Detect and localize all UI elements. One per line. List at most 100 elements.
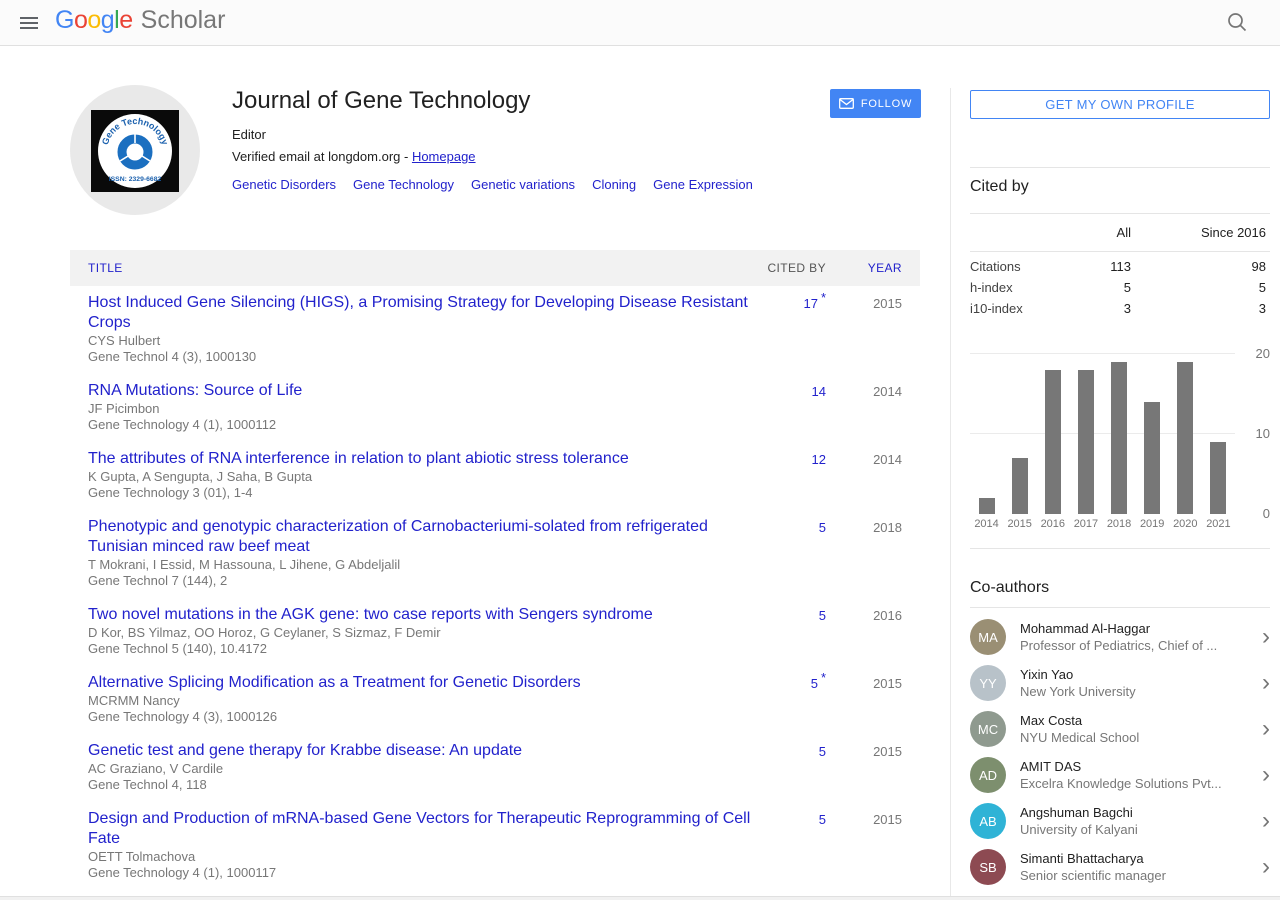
x-axis-tick-label: 2019	[1140, 518, 1164, 530]
article-info: Alternative Splicing Modification as a T…	[88, 673, 760, 725]
coauthor-item[interactable]: YYYixin YaoNew York University›	[970, 660, 1270, 706]
search-icon[interactable]	[1226, 11, 1248, 36]
chevron-right-icon: ›	[1262, 670, 1270, 696]
y-axis-tick-label: 20	[1240, 346, 1270, 361]
article-venue: Gene Technol 5 (140), 10.4172	[88, 641, 752, 657]
article-year: 2014	[826, 449, 902, 501]
homepage-link[interactable]: Homepage	[412, 149, 476, 164]
article-info: Genetic test and gene therapy for Krabbe…	[88, 741, 760, 793]
citations-chart: 01020 20142015201620172018201920202021	[970, 346, 1270, 530]
coauthor-item[interactable]: MAMohammad Al-HaggarProfessor of Pediatr…	[970, 614, 1270, 660]
article-year: 2015	[826, 741, 902, 793]
cited-by-count-link[interactable]: 5	[819, 812, 826, 827]
get-my-own-profile-button[interactable]: GET MY OWN PROFILE	[970, 90, 1270, 119]
interest-tag[interactable]: Gene Technology	[353, 177, 454, 192]
citation-bar-2014[interactable]	[979, 498, 995, 514]
article-title-link[interactable]: The attributes of RNA interference in re…	[88, 449, 752, 469]
cited-by-count-link[interactable]: 17	[803, 296, 817, 311]
column-divider	[950, 88, 951, 896]
interest-tag[interactable]: Genetic variations	[471, 177, 575, 192]
x-axis-tick-label: 2020	[1173, 518, 1197, 530]
citation-bar-2015[interactable]	[1012, 458, 1028, 514]
coauthor-avatar: SB	[970, 849, 1006, 885]
article-year: 2015	[826, 673, 902, 725]
coauthor-item[interactable]: ABAngshuman BagchiUniversity of Kalyani›	[970, 798, 1270, 844]
cited-by-count-link[interactable]: 5	[819, 608, 826, 623]
cited-by-count-link[interactable]: 5	[819, 744, 826, 759]
article-title-link[interactable]: Two novel mutations in the AGK gene: two…	[88, 605, 752, 625]
article-title-link[interactable]: Phenotypic and genotypic characterizatio…	[88, 517, 752, 557]
metric-all-value: 113	[1066, 259, 1131, 274]
coauthor-name-link[interactable]: AMIT DAS	[1020, 759, 1081, 774]
article-authors: MCRMM Nancy	[88, 693, 752, 709]
interest-tag[interactable]: Genetic Disorders	[232, 177, 336, 192]
merged-articles-asterisk: *	[821, 290, 826, 305]
citation-bar-2019[interactable]	[1144, 402, 1160, 514]
article-cited-by: 14	[760, 381, 826, 433]
coauthor-avatar: MC	[970, 711, 1006, 747]
article-year: 2015	[826, 293, 902, 365]
scholar-profile-page: Google Scholar Gene Technology	[0, 0, 1280, 900]
article-venue: Gene Technology 3 (01), 1-4	[88, 485, 752, 501]
citation-bar-2020[interactable]	[1177, 362, 1193, 514]
coauthor-item[interactable]: MCMax CostaNYU Medical School›	[970, 706, 1270, 752]
metric-label: Citations	[970, 259, 1066, 274]
citation-bar-2021[interactable]	[1210, 442, 1226, 514]
cited-by-count-link[interactable]: 5	[819, 520, 826, 535]
coauthor-avatar: MA	[970, 619, 1006, 655]
google-logo-text: Google	[55, 6, 133, 35]
article-cited-by: 17 *	[760, 293, 826, 365]
sort-by-citations[interactable]: CITED BY	[760, 261, 826, 275]
email-icon	[839, 98, 854, 109]
cited-by-count-link[interactable]: 14	[812, 384, 826, 399]
coauthor-name-link[interactable]: Angshuman Bagchi	[1020, 805, 1133, 820]
cited-by-rows: Citations11398h-index55i10-index33	[970, 256, 1270, 319]
coauthor-name-link[interactable]: Yixin Yao	[1020, 667, 1073, 682]
menu-icon[interactable]	[16, 10, 42, 36]
article-year: 2014	[826, 381, 902, 433]
metric-since-value: 3	[1131, 301, 1270, 316]
citation-bar-2017[interactable]	[1078, 370, 1094, 514]
articles-header-row: TITLE CITED BY YEAR	[70, 250, 920, 286]
article-authors: AC Graziano, V Cardile	[88, 761, 752, 777]
sidebar: GET MY OWN PROFILE Cited by All Since 20…	[970, 90, 1270, 890]
profile-role: Editor	[232, 127, 770, 142]
metric-all-value: 5	[1066, 280, 1131, 295]
logo-letter: o	[87, 6, 100, 34]
chart-bars	[970, 346, 1235, 514]
cited-by-count-link[interactable]: 12	[812, 452, 826, 467]
article-title-link[interactable]: Host Induced Gene Silencing (HIGS), a Pr…	[88, 293, 752, 333]
merged-articles-asterisk: *	[821, 670, 826, 685]
metric-since-value: 5	[1131, 280, 1270, 295]
coauthor-item[interactable]: ADAMIT DASExcelra Knowledge Solutions Pv…	[970, 752, 1270, 798]
sort-by-year[interactable]: YEAR	[826, 261, 902, 275]
coauthor-avatar: YY	[970, 665, 1006, 701]
metric-since-value: 98	[1131, 259, 1270, 274]
coauthor-item[interactable]: SBSimanti BhattacharyaSenior scientific …	[970, 844, 1270, 890]
interest-tag[interactable]: Gene Expression	[653, 177, 753, 192]
article-title-link[interactable]: RNA Mutations: Source of Life	[88, 381, 752, 401]
citation-bar-2018[interactable]	[1111, 362, 1127, 514]
coauthor-affiliation: University of Kalyani	[1020, 822, 1225, 838]
col-since-2016: Since 2016	[1131, 225, 1270, 240]
citation-bar-2016[interactable]	[1045, 370, 1061, 514]
article-title-link[interactable]: Genetic test and gene therapy for Krabbe…	[88, 741, 752, 761]
article-year: 2018	[826, 517, 902, 589]
article-year: 2015	[826, 809, 902, 881]
article-title-link[interactable]: Alternative Splicing Modification as a T…	[88, 673, 752, 693]
interest-tag[interactable]: Cloning	[592, 177, 636, 192]
x-axis-tick-label: 2017	[1074, 518, 1098, 530]
google-scholar-logo[interactable]: Google Scholar	[55, 6, 225, 35]
col-all: All	[1066, 225, 1131, 240]
sort-by-title[interactable]: TITLE	[88, 261, 760, 275]
coauthor-text: Max CostaNYU Medical School	[1020, 712, 1256, 746]
cited-by-heading: Cited by	[970, 168, 1270, 205]
coauthor-name-link[interactable]: Max Costa	[1020, 713, 1082, 728]
cited-by-count-link[interactable]: 5	[811, 676, 818, 691]
article-row: Host Induced Gene Silencing (HIGS), a Pr…	[70, 286, 920, 374]
cited-by-metric-row: h-index55	[970, 277, 1270, 298]
article-title-link[interactable]: Design and Production of mRNA-based Gene…	[88, 809, 752, 849]
follow-button[interactable]: FOLLOW	[830, 89, 921, 118]
coauthor-name-link[interactable]: Mohammad Al-Haggar	[1020, 621, 1150, 636]
coauthor-name-link[interactable]: Simanti Bhattacharya	[1020, 851, 1144, 866]
